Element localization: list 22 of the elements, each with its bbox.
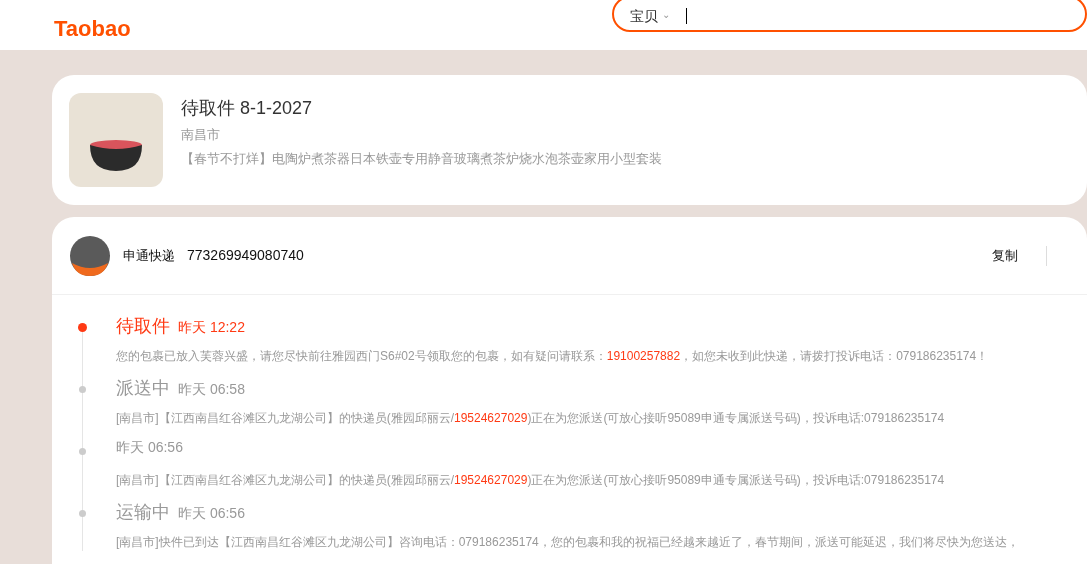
copy-button[interactable]: 复制 (990, 245, 1020, 266)
event-description: [南昌市]【江西南昌红谷滩区九龙湖公司】的快递员(雅园邱丽云/19524627029)正在为您派送(可放心接听95089申通专属派送号码)，投诉电话:079186235174 (116, 472, 946, 489)
event-description: [南昌市]快件已到达【江西南昌红谷滩区九龙湖公司】咨询电话：079186235174，您的包裹和我的祝福已经越来越近了，春节期间，派送可能延迟，我们将尽快为您送达， (116, 534, 1020, 551)
caret-icon: ⌄ (662, 6, 670, 22)
pot-drawing (88, 139, 144, 173)
text-cursor (686, 8, 687, 24)
event-time: 昨天 06:56 (178, 504, 245, 523)
search-field[interactable]: 宝贝 ⌄ (612, 0, 1087, 32)
event-time: 昨天 06:58 (178, 380, 245, 399)
package-title: 待取件 8-1-2027 (181, 97, 314, 120)
status-title: 待取件 (116, 315, 170, 338)
carrier-logo-icon (69, 234, 111, 277)
event-time: 昨天 12:22 (178, 318, 245, 337)
event-description: [南昌市]【江西南昌红谷滩区九龙湖公司】的快递员(雅园邱丽云/19524627029)正在为您派送(可放心接听95089申通专属派送号码)，投诉电话:079186235174 (116, 410, 946, 427)
city-text: 南昌市 (181, 126, 221, 144)
status-title: 运输中 (116, 501, 170, 524)
status-title: 派送中 (116, 377, 170, 400)
event-time: 昨天 06:56 (116, 438, 183, 457)
tracking-number: 773269949080740 (187, 246, 304, 265)
carrier-name: 申通快递 (123, 246, 175, 265)
event-description: 您的包裹已放入芙蓉兴盛，请您尽快前往雅园西门S6#02号领取您的包裹，如有疑问请联系：19100257882，如您未收到此快递，请拨打投诉电话：079186235174！ (116, 348, 990, 365)
category-dropdown[interactable]: 宝贝 (630, 1, 658, 27)
